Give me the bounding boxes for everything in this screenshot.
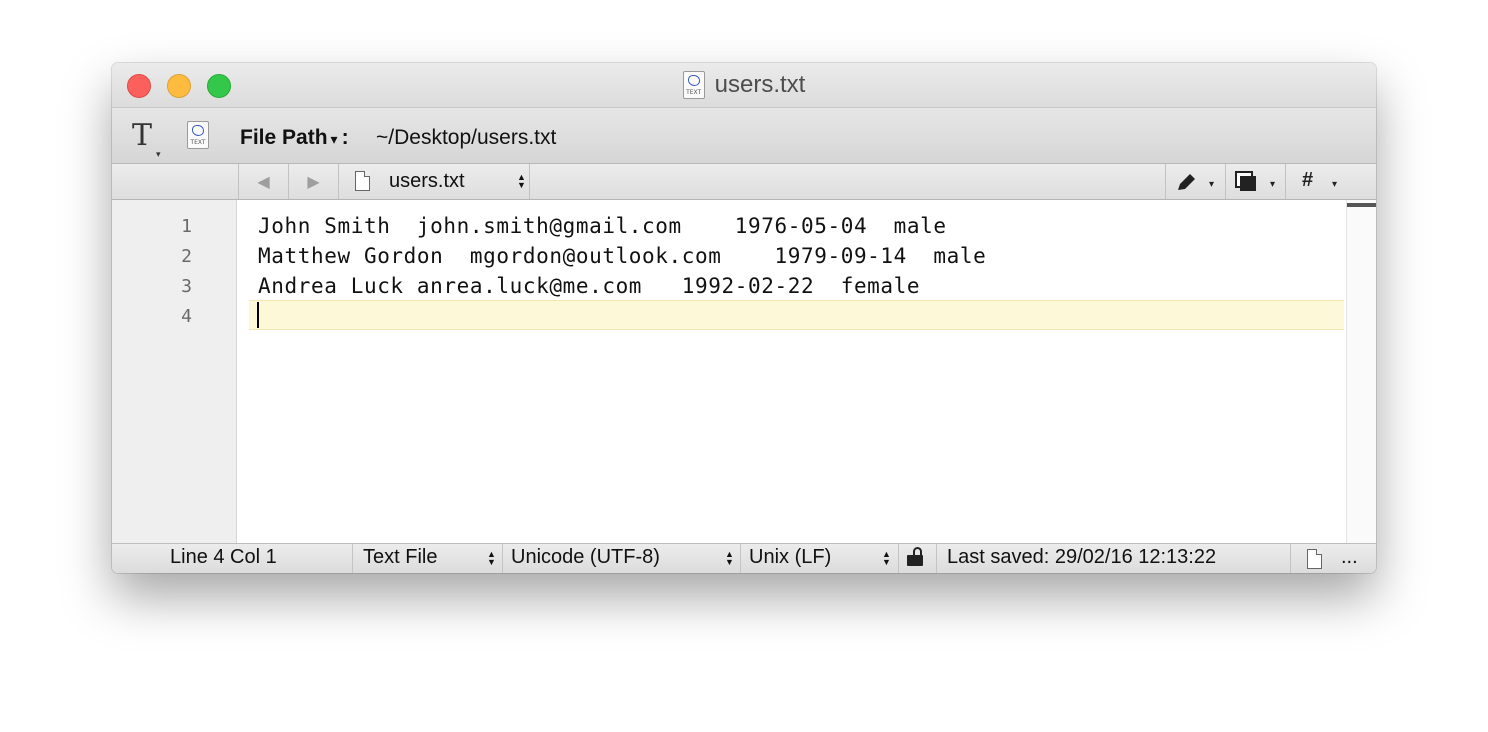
file-type-label: Text File	[363, 546, 438, 568]
navigation-bar: ◀ ▶ users.txt ▲ ▼ ▾ ▾ # ▾	[112, 164, 1376, 200]
windows-menu-button[interactable]: ▾	[1225, 164, 1285, 199]
text-line[interactable]: Matthew Gordon mgordon@outlook.com 1979-…	[258, 244, 986, 268]
file-path-menu[interactable]: File Path ▾:	[240, 126, 353, 150]
line-number: 2	[181, 246, 192, 267]
toolbar: T ▾ TEXT File Path ▾: ~/Desktop/users.txt	[112, 107, 1376, 164]
last-saved-segment: Last saved: 29/02/16 12:13:22	[936, 544, 1290, 573]
path-separator: :	[341, 126, 349, 149]
lock-toggle-button[interactable]	[898, 544, 936, 573]
file-selector-label: users.txt	[389, 170, 465, 192]
pencil-tool-button[interactable]: ▾	[1165, 164, 1225, 199]
title-bar[interactable]: TEXT users.txt	[112, 63, 1376, 107]
unlocked-icon	[907, 547, 923, 566]
text-line[interactable]: John Smith john.smith@gmail.com 1976-05-…	[258, 214, 947, 238]
stacked-windows-icon	[1235, 171, 1256, 191]
encoding-popup[interactable]: Unicode (UTF-8) ▲ ▼	[502, 544, 740, 573]
chevron-down-icon: ▾	[1332, 179, 1338, 190]
status-bar: Line 4 Col 1 Text File ▲ ▼ Unicode (UTF-8…	[112, 543, 1376, 573]
back-arrow-icon: ◀	[257, 173, 270, 191]
line-endings-label: Unix (LF)	[749, 546, 832, 568]
chevron-down-icon: ▾	[1209, 179, 1215, 190]
vertical-scrollbar[interactable]	[1346, 200, 1376, 543]
more-options[interactable]: ...	[1341, 546, 1358, 569]
text-format-icon: T	[132, 118, 153, 153]
pencil-icon	[1178, 174, 1195, 190]
text-options-button[interactable]: T ▾	[132, 118, 161, 160]
up-down-arrows-icon: ▲ ▼	[487, 549, 496, 567]
markers-menu-button[interactable]: # ▾	[1285, 164, 1346, 199]
chevron-down-icon: ▾	[1270, 179, 1276, 190]
line-number-gutter: 1 2 3 4	[112, 200, 237, 543]
back-button[interactable]: ◀	[238, 164, 288, 199]
up-down-arrows-icon: ▲ ▼	[517, 172, 526, 190]
cursor-position[interactable]: Line 4 Col 1	[170, 546, 277, 569]
scrollbar-thumb[interactable]	[1347, 203, 1376, 207]
line-endings-popup[interactable]: Unix (LF) ▲ ▼	[740, 544, 898, 573]
text-cursor	[257, 302, 259, 328]
line-number: 3	[181, 276, 192, 297]
file-type-popup[interactable]: Text File ▲ ▼	[352, 544, 502, 573]
document-icon	[1307, 549, 1322, 569]
line-number: 1	[181, 216, 192, 237]
up-down-arrows-icon: ▲ ▼	[882, 549, 891, 567]
current-line-highlight	[249, 300, 1344, 330]
file-path-value: ~/Desktop/users.txt	[376, 126, 557, 149]
document-icon	[355, 171, 370, 191]
editor-window: TEXT users.txt T ▾ TEXT File Path ▾: ~/De…	[112, 63, 1376, 573]
text-line[interactable]: Andrea Luck anrea.luck@me.com 1992-02-22…	[258, 274, 920, 298]
last-saved-text: Last saved: 29/02/16 12:13:22	[947, 546, 1217, 568]
forward-button[interactable]: ▶	[288, 164, 338, 199]
hash-icon: #	[1302, 169, 1314, 191]
chevron-down-icon: ▾	[330, 131, 338, 147]
window-title: users.txt	[714, 71, 806, 98]
window-title-group: TEXT users.txt	[112, 63, 1376, 107]
file-path-label: File Path	[240, 126, 328, 149]
line-number: 4	[181, 306, 192, 327]
document-info-button[interactable]: ...	[1290, 544, 1376, 573]
file-selector-popup[interactable]: users.txt ▲ ▼	[338, 164, 530, 199]
text-editor[interactable]: 1 2 3 4 John Smith john.smith@gmail.com …	[112, 200, 1376, 543]
text-document-icon: TEXT	[682, 71, 705, 99]
document-proxy-icon[interactable]: TEXT	[187, 121, 209, 149]
up-down-arrows-icon: ▲ ▼	[725, 549, 734, 567]
dropdown-caret-icon: ▾	[156, 150, 161, 160]
encoding-label: Unicode (UTF-8)	[511, 546, 660, 568]
forward-arrow-icon: ▶	[307, 173, 320, 191]
